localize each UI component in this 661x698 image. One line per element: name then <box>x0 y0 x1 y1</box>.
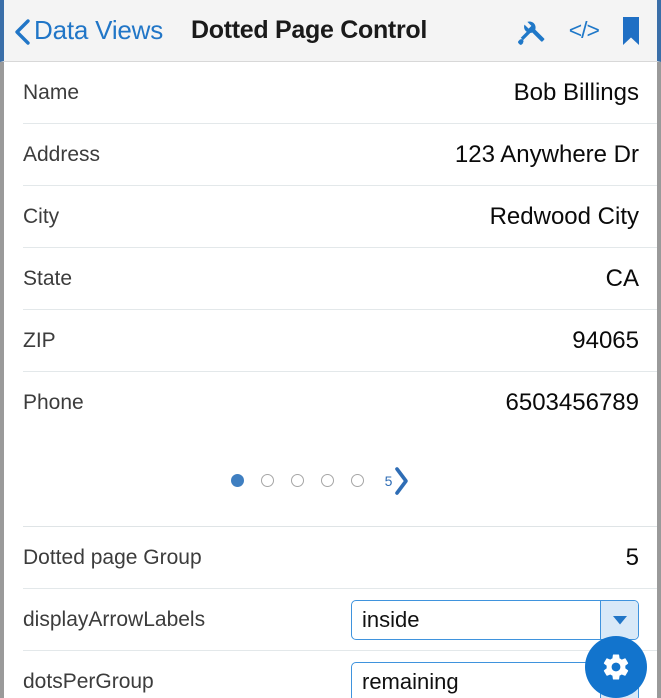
row-value: 123 Anywhere Dr <box>455 141 639 169</box>
dotted-page-control: 5 <box>4 434 657 527</box>
setting-value: 5 <box>626 544 639 572</box>
row-value: Redwood City <box>490 203 639 231</box>
select-value: inside <box>352 607 600 633</box>
code-icon-button[interactable]: </> <box>569 19 599 42</box>
table-row[interactable]: Name Bob Billings <box>4 62 657 124</box>
tools-icon <box>517 16 547 46</box>
row-label: State <box>23 267 72 291</box>
page-dot-4[interactable] <box>321 474 334 487</box>
setting-row-dots-per-group[interactable]: dotsPerGroup remaining <box>4 651 657 698</box>
code-icon: </> <box>569 19 599 42</box>
table-row[interactable]: ZIP 94065 <box>4 310 657 372</box>
page-dot-3[interactable] <box>291 474 304 487</box>
settings-gear-button[interactable] <box>585 636 647 698</box>
remaining-count-label: 5 <box>385 474 393 488</box>
table-row[interactable]: City Redwood City <box>4 186 657 248</box>
gear-icon <box>601 652 631 682</box>
navbar: Data Views Dotted Page Control </> <box>0 0 661 62</box>
chevron-down-icon[interactable] <box>600 601 638 639</box>
select-value: remaining <box>352 669 600 695</box>
table-row[interactable]: Phone 6503456789 <box>4 372 657 434</box>
table-row[interactable]: State CA <box>4 248 657 310</box>
setting-label: displayArrowLabels <box>23 608 205 632</box>
settings-list: Dotted page Group 5 displayArrowLabels i… <box>4 527 657 698</box>
chevron-right-icon <box>393 466 410 496</box>
setting-row-dotted-page-group[interactable]: Dotted page Group 5 <box>4 527 657 589</box>
row-value: 94065 <box>572 327 639 355</box>
setting-row-display-arrow-labels[interactable]: displayArrowLabels inside <box>4 589 657 651</box>
record-list: Name Bob Billings Address 123 Anywhere D… <box>4 62 657 434</box>
page-title: Dotted Page Control <box>191 16 427 45</box>
bookmark-icon <box>621 16 641 46</box>
bookmark-icon-button[interactable] <box>621 16 641 46</box>
tools-icon-button[interactable] <box>517 16 547 46</box>
navbar-actions: </> <box>517 16 657 46</box>
app-root: Data Views Dotted Page Control </> <box>0 0 661 698</box>
next-page-button[interactable]: 5 <box>385 466 411 496</box>
row-value: 6503456789 <box>506 389 639 417</box>
content-frame: Name Bob Billings Address 123 Anywhere D… <box>0 62 661 698</box>
setting-label: Dotted page Group <box>23 546 202 570</box>
page-dot-5[interactable] <box>351 474 364 487</box>
row-value: Bob Billings <box>514 79 639 107</box>
page-dot-1[interactable] <box>231 474 244 487</box>
row-label: ZIP <box>23 329 56 353</box>
row-label: Address <box>23 143 100 167</box>
page-dots: 5 <box>231 466 411 496</box>
chevron-left-icon <box>12 18 32 44</box>
back-button-label: Data Views <box>34 15 163 46</box>
back-button[interactable]: Data Views <box>12 15 163 46</box>
display-arrow-labels-select[interactable]: inside <box>351 600 639 640</box>
setting-label: dotsPerGroup <box>23 670 154 694</box>
row-value: CA <box>606 265 639 293</box>
row-label: Phone <box>23 391 84 415</box>
row-label: Name <box>23 81 79 105</box>
page-dot-2[interactable] <box>261 474 274 487</box>
row-label: City <box>23 205 59 229</box>
table-row[interactable]: Address 123 Anywhere Dr <box>4 124 657 186</box>
